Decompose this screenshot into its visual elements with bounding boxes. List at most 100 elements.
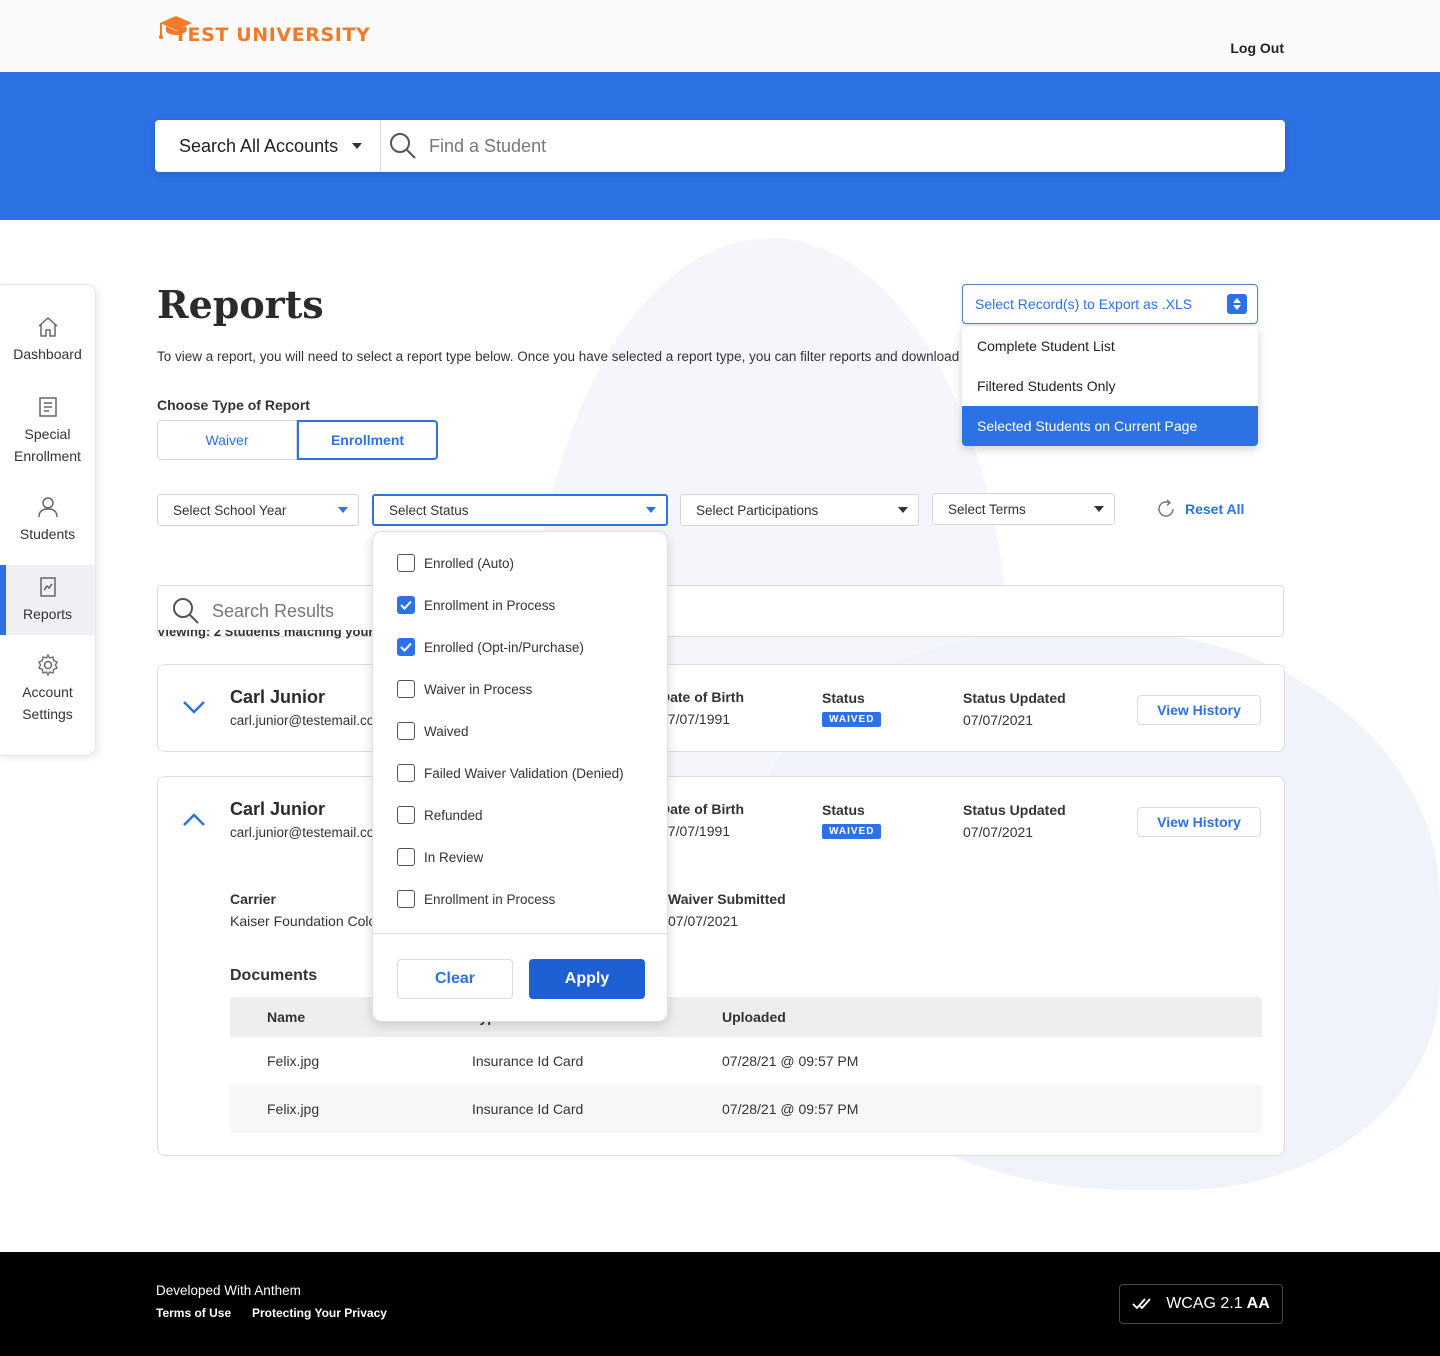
university-logo[interactable]: TEST UNIVERSITY [158,14,370,48]
person-icon [37,497,58,518]
filter-label: Select Participations [696,502,819,518]
table-row: Felix.jpg Insurance Id Card 07/28/21 @ 0… [230,1037,1262,1085]
checkbox[interactable] [397,848,415,866]
status-option-enrollment-in-process-2[interactable]: Enrollment in Process [397,890,555,908]
gear-icon [37,653,58,677]
checkbox-checked[interactable] [397,596,415,614]
doc-name[interactable]: Felix.jpg [267,1101,319,1117]
chevron-up-icon[interactable] [182,812,206,828]
table-row: Felix.jpg Insurance Id Card 07/28/21 @ 0… [230,1085,1262,1133]
export-option-filtered[interactable]: Filtered Students Only [962,366,1258,406]
export-select[interactable]: Select Record(s) to Export as .XLS [962,284,1258,324]
reset-all-button[interactable]: Reset All [1155,498,1244,520]
caret-down-icon [898,507,908,513]
sidebar-item-students[interactable]: Students [0,495,95,555]
sidebar-item-special-enrollment[interactable]: Special Enrollment [0,395,95,467]
status-option-label: Failed Waiver Validation (Denied) [424,765,624,781]
student-email: carl.junior@testemail.com [230,825,386,840]
status-option-enrolled-opt-in[interactable]: Enrolled (Opt-in/Purchase) [397,638,584,656]
view-history-button[interactable]: View History [1137,695,1261,725]
status-dropdown-panel: Enrolled (Auto) Enrollment in Process En… [372,531,669,1022]
column-header-uploaded: Uploaded [722,1009,786,1025]
status-option-failed-waiver[interactable]: Failed Waiver Validation (Denied) [397,764,624,782]
divider [373,933,669,934]
student-card: Carl Junior carl.junior@testemail.com Da… [157,664,1285,752]
sidebar-item-label: Students [19,526,76,542]
student-name: Carl Junior [230,687,326,707]
status-updated-value: 07/07/2021 [963,712,1034,728]
status-option-label: Refunded [424,807,483,823]
terms-of-use-link[interactable]: Terms of Use [156,1306,231,1320]
status-option-enrollment-in-process[interactable]: Enrollment in Process [397,596,555,614]
search-scope-label: Search All Accounts [179,135,339,156]
chevron-down-icon[interactable] [182,699,206,715]
sidebar-item-dashboard[interactable]: Dashboard [0,315,95,375]
checkbox[interactable] [397,890,415,908]
dob-label: Date of Birth [660,801,744,817]
doc-name[interactable]: Felix.jpg [267,1053,319,1069]
status-option-label: Waiver in Process [424,681,533,697]
report-type-waiver[interactable]: Waiver [157,420,297,460]
sidebar-item-account-settings[interactable]: Account Settings [0,653,95,725]
report-type-enrollment[interactable]: Enrollment [297,420,438,460]
report-type-label: Choose Type of Report [157,397,310,413]
clear-button[interactable]: Clear [397,959,513,999]
student-name: Carl Junior [230,799,326,819]
wcag-badge[interactable]: WCAG 2.1 AA [1119,1284,1283,1324]
doc-type: Insurance Id Card [472,1053,584,1069]
global-search: Search All Accounts Find a Student [155,120,1285,172]
student-email: carl.junior@testemail.com [230,713,386,728]
export-option-complete[interactable]: Complete Student List [962,326,1258,366]
caret-down-icon [352,143,363,149]
status-option-in-review[interactable]: In Review [397,848,483,866]
checkbox-checked[interactable] [397,638,415,656]
check-icon [400,642,412,652]
results-count: Viewing: 2 Students matching your [157,630,374,639]
status-updated-label: Status Updated [963,690,1066,706]
status-updated-value: 07/07/2021 [963,824,1034,840]
filter-status[interactable]: Select Status [372,494,668,526]
sidebar-item-label: Reports [22,606,73,622]
reset-all-label: Reset All [1185,501,1245,517]
status-option-label: Enrolled (Auto) [424,555,515,571]
search-icon [173,598,199,624]
filter-school-year[interactable]: Select School Year [157,494,359,526]
refresh-icon [1158,499,1174,517]
status-option-label: Enrollment in Process [424,597,556,613]
search-input[interactable]: Find a Student [429,136,546,157]
doc-uploaded: 07/28/21 @ 09:57 PM [722,1053,859,1069]
wcag-level: AA [1246,1295,1270,1312]
waiver-submitted-value: 07/07/2021 [668,913,739,929]
checkbox[interactable] [397,764,415,782]
check-icon [400,600,412,610]
search-scope-select[interactable]: Search All Accounts [155,120,381,172]
apply-button[interactable]: Apply [529,959,645,999]
report-type-toggle: Waiver Enrollment [157,420,438,460]
caret-down-icon [646,507,656,513]
dob-value: 07/07/1991 [660,711,731,727]
status-option-waiver-in-process[interactable]: Waiver in Process [397,680,532,698]
sidebar-item-reports[interactable]: Reports [0,565,95,635]
checkbox[interactable] [397,554,415,572]
filter-label: Select Status [389,502,469,518]
filter-participations[interactable]: Select Participations [680,494,919,526]
privacy-link[interactable]: Protecting Your Privacy [252,1306,387,1320]
view-history-button[interactable]: View History [1137,807,1261,837]
status-option-waived[interactable]: Waived [397,722,469,740]
checkbox[interactable] [397,722,415,740]
results-search-input[interactable]: Search Results [212,601,334,622]
status-badge: WAIVED [822,824,882,839]
status-label: Status [822,690,865,706]
footer-developed-by: Developed With Anthem [156,1283,301,1298]
home-icon [38,316,57,337]
logout-link[interactable]: Log Out [1230,40,1284,56]
export-option-selected[interactable]: Selected Students on Current Page [962,406,1258,446]
caret-down-icon [338,507,348,513]
status-badge: WAIVED [822,712,882,727]
checkbox[interactable] [397,806,415,824]
checkbox[interactable] [397,680,415,698]
status-option-refunded[interactable]: Refunded [397,806,483,824]
status-option-enrolled-auto[interactable]: Enrolled (Auto) [397,554,514,572]
column-header-name: Name [267,1009,306,1025]
filter-terms[interactable]: Select Terms [932,493,1115,525]
